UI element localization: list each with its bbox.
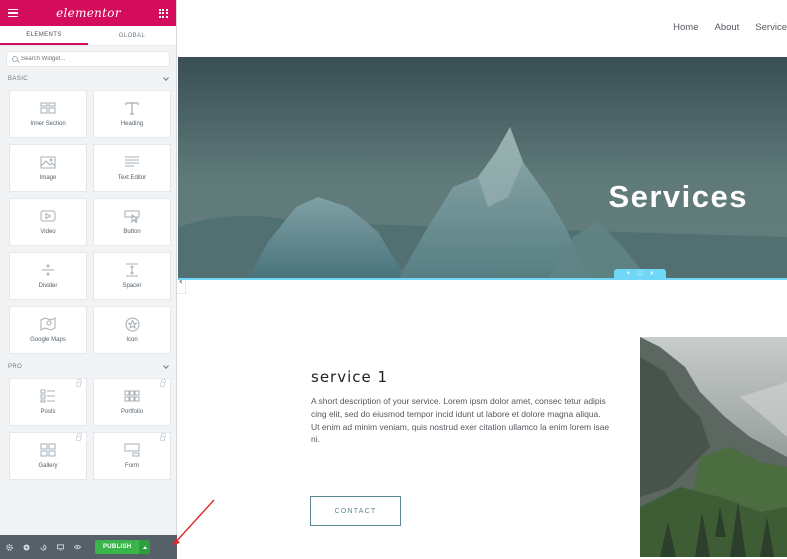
add-section-icon[interactable]: + — [626, 271, 630, 277]
heading-icon — [124, 101, 140, 115]
widget-label: Portfolio — [120, 409, 143, 415]
widget-label: Video — [40, 229, 56, 235]
publish-options-button[interactable] — [139, 540, 151, 554]
widget-search — [6, 51, 170, 67]
service-title: service 1 — [311, 368, 389, 386]
widget-label: Button — [123, 229, 141, 235]
widget-text-editor[interactable]: Text Editor — [93, 144, 171, 192]
widget-form[interactable]: Form — [93, 432, 171, 480]
close-icon[interactable]: × — [650, 271, 654, 277]
widget-spacer[interactable]: Spacer — [93, 252, 171, 300]
lock-icon — [160, 379, 166, 387]
columns-icon — [40, 101, 56, 115]
widget-button[interactable]: Button — [93, 198, 171, 246]
widget-heading[interactable]: Heading — [93, 90, 171, 138]
basic-widgets: Inner Section Heading Image Text Editor — [0, 86, 176, 360]
map-icon — [40, 317, 56, 331]
widget-portfolio[interactable]: Portfolio — [93, 378, 171, 426]
nav-link-home[interactable]: Home — [673, 22, 698, 33]
widget-label: Image — [39, 175, 57, 181]
widgets-grid-icon[interactable] — [158, 8, 168, 18]
widget-label: Heading — [120, 121, 144, 127]
service-photo — [640, 337, 787, 557]
widget-label: Text Editor — [117, 175, 147, 181]
button-icon — [124, 209, 140, 223]
widget-label: Inner Section — [30, 121, 66, 127]
search-icon — [12, 56, 18, 62]
menu-icon[interactable] — [8, 8, 18, 18]
category-label: BASIC — [8, 76, 29, 82]
widget-divider[interactable]: Divider — [9, 252, 87, 300]
widget-label: Spacer — [122, 283, 142, 289]
category-label: PRO — [8, 364, 23, 370]
tab-global[interactable]: GLOBAL — [88, 26, 176, 45]
site-nav: Home About Service — [673, 22, 787, 33]
widget-image[interactable]: Image — [9, 144, 87, 192]
posts-icon — [40, 389, 56, 403]
video-icon — [40, 209, 56, 223]
service-description: A short description of your service. Lor… — [311, 396, 610, 445]
caret-up-icon — [142, 545, 147, 549]
widget-label: Icon — [126, 337, 138, 343]
nav-link-about[interactable]: About — [714, 22, 739, 33]
elementor-panel: elementor ELEMENTS GLOBAL BASIC Inner Se… — [0, 0, 177, 559]
widget-posts[interactable]: Posts — [9, 378, 87, 426]
publish-button[interactable]: PUBLISH — [95, 540, 140, 554]
widget-google-maps[interactable]: Google Maps — [9, 306, 87, 354]
contact-button[interactable]: CONTACT — [310, 496, 401, 526]
widget-label: Form — [125, 463, 139, 469]
panel-footer: PUBLISH — [0, 535, 177, 559]
drag-handle-icon[interactable]: ::: — [637, 271, 643, 277]
editor-window: elementor ELEMENTS GLOBAL BASIC Inner Se… — [0, 0, 787, 559]
hero-section[interactable]: Services — [178, 57, 787, 279]
search-input[interactable] — [21, 56, 161, 62]
mountain-forest-image — [640, 337, 787, 557]
lock-icon — [160, 433, 166, 441]
nav-link-service[interactable]: Service — [755, 22, 787, 33]
elementor-logo: elementor — [56, 6, 121, 20]
widget-label: Gallery — [38, 463, 58, 469]
widget-icon[interactable]: Icon — [93, 306, 171, 354]
panel-header: elementor — [0, 0, 176, 26]
portfolio-icon — [124, 389, 140, 403]
site-header: Home About Service — [178, 0, 787, 57]
navigator-icon[interactable] — [23, 544, 30, 551]
hero-overlay — [178, 57, 787, 279]
publish-group: PUBLISH — [95, 540, 151, 554]
lock-icon — [76, 433, 82, 441]
history-icon[interactable] — [40, 544, 47, 551]
lock-icon — [76, 379, 82, 387]
pro-widgets: Posts Portfolio Gallery Form — [0, 374, 176, 486]
text-editor-icon — [124, 155, 140, 169]
image-icon — [40, 155, 56, 169]
category-pro[interactable]: PRO — [0, 360, 176, 374]
spacer-icon — [124, 263, 140, 277]
widget-gallery[interactable]: Gallery — [9, 432, 87, 480]
chevron-down-icon — [163, 75, 169, 81]
widget-label: Divider — [38, 283, 58, 289]
responsive-icon[interactable] — [57, 543, 64, 551]
widget-label: Posts — [40, 409, 56, 415]
hero-title: Services — [608, 179, 748, 214]
widget-video[interactable]: Video — [9, 198, 87, 246]
preview-icon[interactable] — [74, 544, 81, 551]
section-handle[interactable]: + ::: × — [614, 269, 666, 279]
divider-icon — [40, 263, 56, 277]
widget-inner-section[interactable]: Inner Section — [9, 90, 87, 138]
panel-tabs: ELEMENTS GLOBAL — [0, 26, 176, 46]
star-icon — [124, 317, 140, 331]
section-outline — [178, 278, 787, 280]
chevron-down-icon — [163, 363, 169, 369]
widget-label: Google Maps — [30, 337, 66, 343]
category-basic[interactable]: BASIC — [0, 72, 176, 86]
tab-elements[interactable]: ELEMENTS — [0, 26, 88, 45]
gallery-icon — [40, 443, 56, 457]
form-icon — [124, 443, 140, 457]
settings-icon[interactable] — [6, 543, 13, 551]
